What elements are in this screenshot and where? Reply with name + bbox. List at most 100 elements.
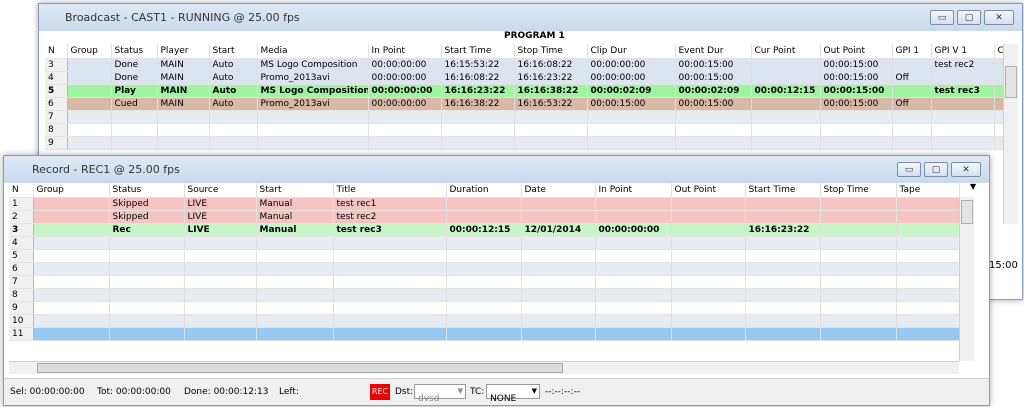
record-cell-duration[interactable] <box>446 236 522 250</box>
broadcast-cell-out-point[interactable]: 00:00:15:00 <box>820 97 893 111</box>
record-cell-title[interactable] <box>333 236 447 250</box>
broadcast-cell-start-time[interactable]: 16:16:08:22 <box>441 71 515 85</box>
broadcast-cell-in-point[interactable] <box>368 136 442 150</box>
broadcast-cell-start[interactable]: Auto <box>209 84 258 98</box>
broadcast-cell-player[interactable]: MAIN <box>157 97 210 111</box>
broadcast-vertical-scrollbar[interactable] <box>1003 44 1018 224</box>
record-cell-start-time[interactable] <box>745 236 821 250</box>
record-cell-stop-time[interactable] <box>820 262 897 276</box>
record-cell-duration[interactable] <box>446 314 522 328</box>
broadcast-cell-cur-point[interactable] <box>751 97 821 111</box>
broadcast-cell-gpiv1[interactable]: test rec2 <box>931 58 995 72</box>
record-cell-stop-time[interactable] <box>820 197 897 211</box>
record-cell-out-point[interactable] <box>671 223 746 237</box>
record-cell-title[interactable] <box>333 275 447 289</box>
broadcast-cell-clip-dur[interactable]: 00:00:00:00 <box>587 58 676 72</box>
record-cell-tape[interactable] <box>896 314 960 328</box>
column-menu-arrow[interactable]: ▼ <box>970 182 976 191</box>
broadcast-cell-in-point[interactable]: 00:00:00:00 <box>368 97 442 111</box>
record-cell-date[interactable] <box>521 197 596 211</box>
broadcast-cell-player[interactable] <box>157 136 210 150</box>
tc-select[interactable]: NONE ▼ <box>486 384 540 404</box>
broadcast-scrollbar-thumb[interactable] <box>1005 66 1017 98</box>
record-cell-source[interactable] <box>184 327 257 341</box>
record-cell-start-time[interactable] <box>745 327 821 341</box>
record-cell-duration[interactable] <box>446 210 522 224</box>
broadcast-cell-start[interactable]: Auto <box>209 97 258 111</box>
record-cell-start-time[interactable] <box>745 275 821 289</box>
record-cell-tape[interactable] <box>896 249 960 263</box>
minimize-button[interactable]: ▭ <box>897 162 921 177</box>
record-cell-start[interactable] <box>256 288 334 302</box>
record-cell-n[interactable]: 7 <box>9 275 34 289</box>
record-cell-tape[interactable] <box>896 223 960 237</box>
record-cell-date[interactable]: 12/01/2014 <box>521 223 596 237</box>
record-row[interactable]: 11 <box>9 327 960 341</box>
record-row[interactable]: 7 <box>9 275 960 289</box>
record-cell-title[interactable] <box>333 262 447 276</box>
broadcast-column-header[interactable]: Out Point <box>820 44 893 59</box>
record-cell-status[interactable] <box>109 327 185 341</box>
record-cell-in-point[interactable] <box>595 249 672 263</box>
broadcast-cell-status[interactable]: Done <box>111 58 158 72</box>
record-cell-start[interactable] <box>256 249 334 263</box>
record-cell-out-point[interactable] <box>671 262 746 276</box>
broadcast-cell-status[interactable]: Play <box>111 84 158 98</box>
record-cell-in-point[interactable] <box>595 301 672 315</box>
record-column-header[interactable]: Source <box>184 183 257 198</box>
record-cell-source[interactable]: LIVE <box>184 197 257 211</box>
record-cell-start-time[interactable] <box>745 301 821 315</box>
broadcast-cell-out-point[interactable] <box>820 136 893 150</box>
record-cell-title[interactable] <box>333 288 447 302</box>
broadcast-cell-status[interactable] <box>111 123 158 137</box>
broadcast-cell-clip-dur[interactable]: 00:00:02:09 <box>587 84 676 98</box>
record-cell-n[interactable]: 4 <box>9 236 34 250</box>
record-cell-start[interactable] <box>256 301 334 315</box>
record-cell-source[interactable] <box>184 236 257 250</box>
record-cell-in-point[interactable]: 00:00:00:00 <box>595 223 672 237</box>
broadcast-cell-group[interactable] <box>67 84 112 98</box>
record-cell-start-time[interactable] <box>745 197 821 211</box>
record-cell-start[interactable]: Manual <box>256 197 334 211</box>
record-cell-stop-time[interactable] <box>820 249 897 263</box>
record-cell-group[interactable] <box>33 301 110 315</box>
record-cell-title[interactable]: test rec1 <box>333 197 447 211</box>
record-column-header[interactable]: Title <box>333 183 447 198</box>
record-column-header[interactable]: Out Point <box>671 183 746 198</box>
record-cell-status[interactable]: Skipped <box>109 210 185 224</box>
broadcast-cell-start-time[interactable]: 16:15:53:22 <box>441 58 515 72</box>
record-cell-n[interactable]: 11 <box>9 327 34 341</box>
record-column-header[interactable]: Start Time <box>745 183 821 198</box>
record-cell-tape[interactable] <box>896 288 960 302</box>
record-cell-out-point[interactable] <box>671 275 746 289</box>
record-cell-source[interactable] <box>184 249 257 263</box>
record-cell-out-point[interactable] <box>671 236 746 250</box>
record-cell-tape[interactable] <box>896 262 960 276</box>
broadcast-column-header[interactable]: Start Time <box>441 44 515 59</box>
broadcast-column-header[interactable]: GPI V 1 <box>931 44 995 59</box>
record-cell-date[interactable] <box>521 301 596 315</box>
broadcast-cell-cur-point[interactable] <box>751 71 821 85</box>
record-cell-duration[interactable] <box>446 197 522 211</box>
record-cell-in-point[interactable] <box>595 236 672 250</box>
record-cell-group[interactable] <box>33 236 110 250</box>
broadcast-cell-gpiv1[interactable] <box>931 136 995 150</box>
broadcast-cell-media[interactable]: Promo_2013avi <box>257 97 369 111</box>
record-cell-out-point[interactable] <box>671 197 746 211</box>
record-cell-source[interactable] <box>184 288 257 302</box>
record-hscroll-thumb[interactable] <box>37 363 563 373</box>
broadcast-cell-stop-time[interactable]: 16:16:53:22 <box>514 97 588 111</box>
record-cell-date[interactable] <box>521 236 596 250</box>
record-cell-n[interactable]: 1 <box>9 197 34 211</box>
record-cell-out-point[interactable] <box>671 210 746 224</box>
broadcast-cell-out-point[interactable] <box>820 123 893 137</box>
record-row[interactable]: 8 <box>9 288 960 302</box>
record-row[interactable]: 3 Rec LIVE Manual test rec3 00:00:12:15 12/01/… <box>9 223 960 237</box>
record-cell-out-point[interactable] <box>671 314 746 328</box>
broadcast-row[interactable]: 9 <box>45 136 1007 150</box>
record-cell-tape[interactable] <box>896 327 960 341</box>
broadcast-row[interactable]: 4 Done MAIN Auto Promo_2013avi 00:00:00:00 16:… <box>45 71 1007 85</box>
record-cell-date[interactable] <box>521 210 596 224</box>
broadcast-cell-gpiv1[interactable] <box>931 71 995 85</box>
record-cell-title[interactable] <box>333 314 447 328</box>
